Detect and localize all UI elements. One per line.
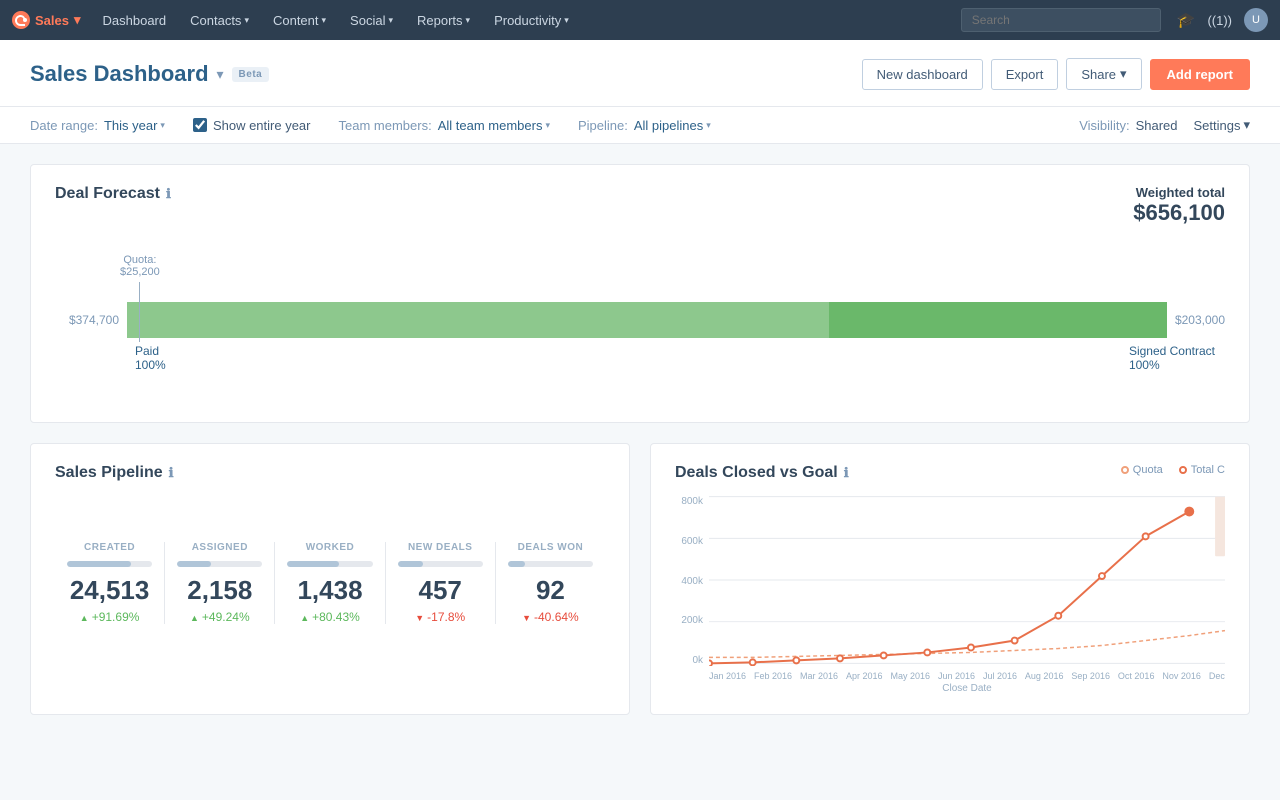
sales-pipeline-title: Sales Pipeline ℹ <box>55 464 605 482</box>
page-header: Sales Dashboard ▾ Beta New dashboard Exp… <box>0 40 1280 107</box>
brand-logo[interactable]: Sales ▾ <box>12 11 81 29</box>
brand-caret: ▾ <box>74 12 81 28</box>
bar-mid-value: $203,000 <box>1167 313 1225 327</box>
show-entire-year-group: Show entire year <box>193 118 311 133</box>
add-report-button[interactable]: Add report <box>1150 59 1250 90</box>
metric-bar-mini <box>67 561 152 567</box>
team-members-dropdown[interactable]: All team members ▾ <box>438 118 550 133</box>
user-avatar[interactable]: U <box>1244 8 1268 32</box>
metric-bar-mini <box>287 561 372 567</box>
pipeline-metrics: CREATED 24,513 +91.69% ASSIGNED 2,158 +4… <box>55 542 605 624</box>
nav-content[interactable]: Content ▾ <box>263 0 336 40</box>
metric-col-assigned: ASSIGNED 2,158 +49.24% <box>165 542 275 624</box>
x-axis-title: Close Date <box>709 683 1225 694</box>
top-navigation: Sales ▾ Dashboard Contacts ▾ Content ▾ S… <box>0 0 1280 40</box>
brand-label: Sales <box>35 13 69 28</box>
deal-forecast-card: Deal Forecast ℹ Weighted total $656,100 … <box>30 164 1250 423</box>
nav-contacts[interactable]: Contacts ▾ <box>180 0 259 40</box>
deal-forecast-info-icon[interactable]: ℹ <box>166 186 171 202</box>
bar-paid <box>127 302 829 338</box>
search-input[interactable] <box>961 8 1161 32</box>
deals-closed-info-icon[interactable]: ℹ <box>844 465 849 481</box>
sales-pipeline-info-icon[interactable]: ℹ <box>169 465 174 481</box>
page-title: Sales Dashboard <box>30 61 209 87</box>
metric-col-worked: WORKED 1,438 +80.43% <box>275 542 385 624</box>
metric-bar-mini <box>177 561 262 567</box>
line-chart-wrapper: 800k 600k 400k 200k 0k <box>675 496 1225 694</box>
signed-sublabel: Signed Contract 100% <box>1129 344 1215 372</box>
bar-left-value: $374,700 <box>55 313 127 327</box>
team-members-filter: Team members: All team members ▾ <box>339 118 550 133</box>
nav-dashboard[interactable]: Dashboard <box>93 0 177 40</box>
quota-legend-dot <box>1121 466 1129 474</box>
deals-closed-title: Deals Closed vs Goal ℹ <box>675 464 849 482</box>
share-button[interactable]: Share ▾ <box>1066 58 1141 90</box>
nav-productivity[interactable]: Productivity ▾ <box>484 0 579 40</box>
paid-sublabel: Paid 100% <box>135 344 166 372</box>
line-chart-svg <box>709 496 1225 666</box>
nav-reports[interactable]: Reports ▾ <box>407 0 480 40</box>
chart-legend: Quota Total C <box>1121 464 1225 476</box>
visibility-group: Visibility: Shared <box>1079 118 1177 133</box>
pipeline-dropdown[interactable]: All pipelines ▾ <box>634 118 711 133</box>
y-axis-labels: 800k 600k 400k 200k 0k <box>675 496 703 686</box>
new-dashboard-button[interactable]: New dashboard <box>862 59 983 90</box>
filters-bar: Date range: This year ▾ Show entire year… <box>0 107 1280 144</box>
metric-bar-mini <box>508 561 593 567</box>
header-actions: New dashboard Export Share ▾ Add report <box>862 58 1250 90</box>
metric-bar-mini <box>398 561 483 567</box>
nav-social[interactable]: Social ▾ <box>340 0 403 40</box>
filters-right: Visibility: Shared Settings ▾ <box>1079 117 1250 133</box>
weighted-total-area: Weighted total $656,100 <box>1133 185 1225 226</box>
line-chart-area: Jan 2016 Feb 2016 Mar 2016 Apr 2016 May … <box>709 496 1225 694</box>
metric-col-new-deals: NEW DEALS 457 -17.8% <box>386 542 496 624</box>
sales-pipeline-card: Sales Pipeline ℹ CREATED 24,513 +91.69% … <box>30 443 630 715</box>
notifications-icon[interactable]: ((1)) <box>1207 13 1232 28</box>
graduation-icon[interactable]: 🎓 <box>1177 11 1196 29</box>
date-range-filter: Date range: This year ▾ <box>30 118 165 133</box>
metric-col-created: CREATED 24,513 +91.69% <box>55 542 165 624</box>
bar-signed <box>829 302 1167 338</box>
title-dropdown-button[interactable]: ▾ <box>217 66 224 83</box>
metric-col-deals-won: DEALS WON 92 -40.64% <box>496 542 605 624</box>
beta-badge: Beta <box>232 67 270 82</box>
settings-link[interactable]: Settings ▾ <box>1193 117 1250 133</box>
forecast-chart: Quota: $25,200 $374,700 $203,000 Paid 10… <box>55 234 1225 402</box>
nav-icons: 🎓 ((1)) U <box>1177 8 1268 32</box>
x-axis-labels: Jan 2016 Feb 2016 Mar 2016 Apr 2016 May … <box>709 671 1225 681</box>
title-area: Sales Dashboard ▾ Beta <box>30 61 269 87</box>
pipeline-filter: Pipeline: All pipelines ▾ <box>578 118 711 133</box>
main-content: Deal Forecast ℹ Weighted total $656,100 … <box>0 144 1280 735</box>
date-range-dropdown[interactable]: This year ▾ <box>104 118 165 133</box>
deals-closed-card: Deals Closed vs Goal ℹ Quota Total C <box>650 443 1250 715</box>
export-button[interactable]: Export <box>991 59 1059 90</box>
total-legend-dot <box>1179 466 1187 474</box>
deal-forecast-title: Deal Forecast ℹ <box>55 185 171 203</box>
show-entire-year-checkbox[interactable] <box>193 118 207 132</box>
bottom-row: Sales Pipeline ℹ CREATED 24,513 +91.69% … <box>30 443 1250 715</box>
